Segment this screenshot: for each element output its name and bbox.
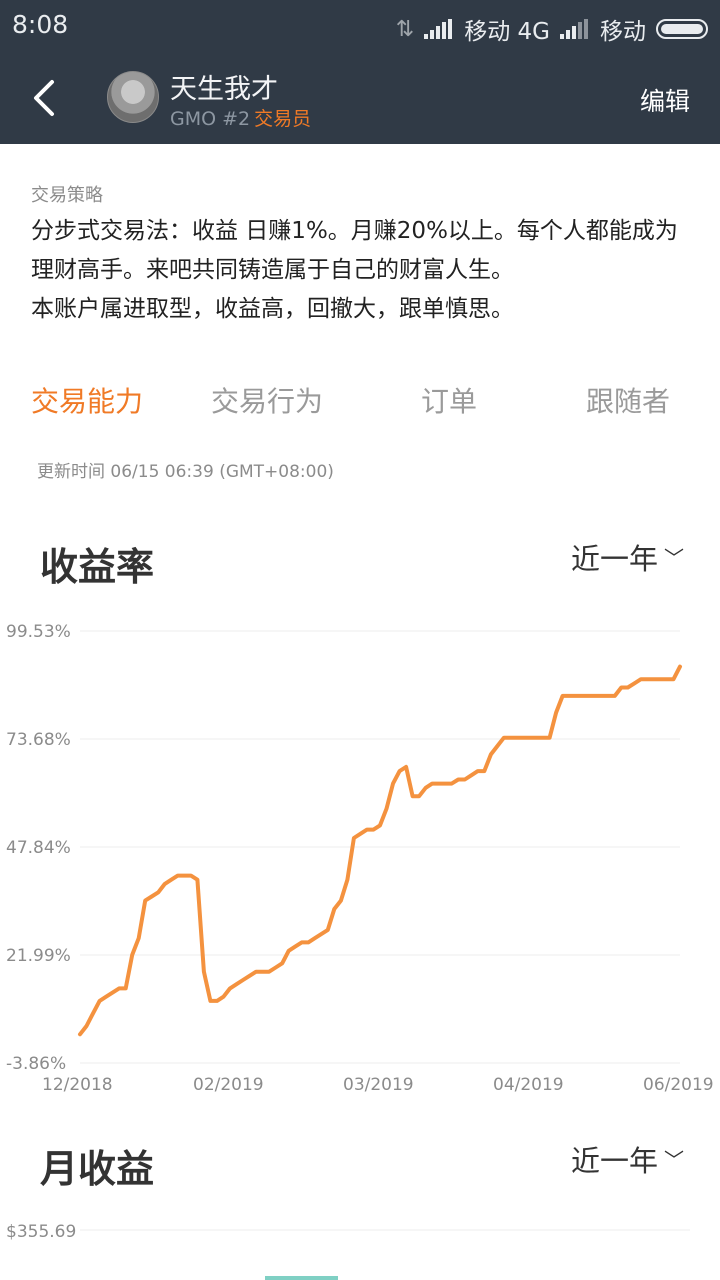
signal-icon (560, 19, 590, 39)
trader-subtitle: GMO #2 交易员 (170, 104, 311, 131)
chevron-down-icon: ﹀ (664, 1148, 684, 1172)
trader-role: 交易员 (254, 108, 312, 130)
monthly-chart: $355.69 (6, 1222, 690, 1242)
status-bar: 8:08 ⇅ 移动 4G 移动 (0, 0, 720, 52)
y-tick-label: 47.84% (6, 838, 71, 858)
returns-series-line (78, 664, 682, 1037)
carrier-label: 移动 (600, 19, 646, 45)
y-tick-label: 21.99% (6, 946, 71, 966)
avatar[interactable] (107, 71, 159, 123)
returns-range-label: 近一年 (570, 542, 658, 576)
x-tick-label: 03/2019 (343, 1075, 414, 1095)
returns-range-select[interactable]: 近一年 ﹀ (571, 536, 684, 578)
update-time: 更新时间 06/15 06:39 (GMT+08:00) (37, 462, 334, 482)
y-tick-label: 99.53% (6, 622, 71, 642)
battery-icon (656, 19, 708, 39)
strategy-line: 分步式交易法：收益 日赚1%。月赚20%以上。每个人都能成为 (31, 218, 678, 244)
scroll-indicator (265, 1276, 338, 1280)
trader-name: 天生我才 (170, 74, 278, 105)
y-tick-label: -3.86% (6, 1054, 66, 1074)
x-tick-label: 02/2019 (193, 1075, 264, 1095)
x-tick-label: 12/2018 (42, 1075, 113, 1095)
monthly-y-tick: $355.69 (6, 1222, 76, 1242)
strategy-label: 交易策略 (31, 185, 103, 206)
tab-bar: 交易能力 交易行为 订单 跟随者 (0, 380, 720, 432)
chevron-left-icon[interactable] (24, 74, 64, 122)
tab-orders[interactable]: 订单 (421, 380, 477, 420)
strategy-line: 理财高手。来吧共同铸造属于自己的财富人生。 (31, 257, 514, 283)
tab-trading-behavior[interactable]: 交易行为 (211, 380, 323, 420)
app-header: 天生我才 GMO #2 交易员 编辑 (0, 52, 720, 144)
monthly-title: 月收益 (40, 1147, 155, 1191)
returns-title: 收益率 (40, 545, 155, 589)
monthly-range-select[interactable]: 近一年 ﹀ (571, 1138, 684, 1180)
x-tick-label: 04/2019 (493, 1075, 564, 1095)
data-transfer-icon: ⇅ (395, 16, 415, 42)
tab-trading-ability[interactable]: 交易能力 (31, 380, 143, 420)
strategy-line: 本账户属进取型，收益高，回撤大，跟单慎思。 (31, 296, 514, 322)
x-tick-label: 06/2019 (643, 1075, 714, 1095)
monthly-range-label: 近一年 (570, 1144, 658, 1178)
y-tick-label: 73.68% (6, 730, 71, 750)
returns-chart: 99.53% 73.68% 47.84% 21.99% -3.86%12/2018 02/… (6, 622, 714, 1095)
edit-button[interactable]: 编辑 (640, 82, 690, 118)
signal-icon (424, 19, 454, 39)
strategy-text: 分步式交易法：收益 日赚1%。月赚20%以上。每个人都能成为 理财高手。来吧共同… (31, 212, 720, 329)
tab-followers[interactable]: 跟随者 (586, 380, 670, 420)
carrier-label: 移动 4G (464, 19, 550, 45)
trader-rank: GMO #2 (170, 108, 251, 130)
chevron-down-icon: ﹀ (664, 546, 684, 570)
status-time: 8:08 (12, 10, 69, 39)
